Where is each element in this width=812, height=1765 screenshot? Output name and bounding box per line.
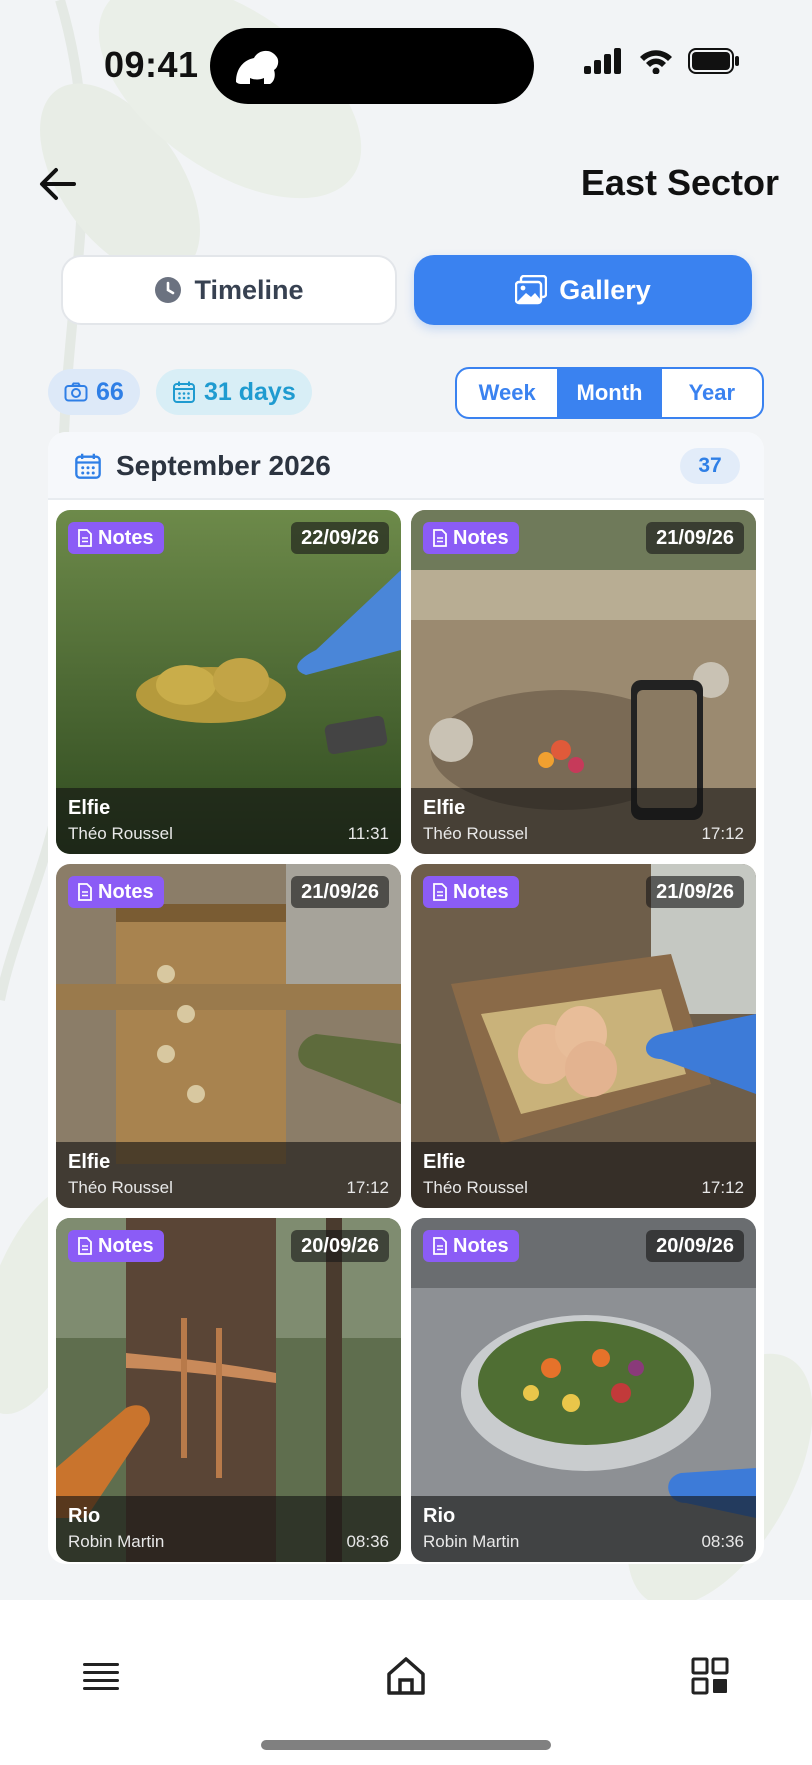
author-name: Robin Martin	[68, 1532, 165, 1551]
month-count-badge: 37	[680, 448, 740, 484]
calendar-icon	[75, 453, 101, 479]
battery-icon	[688, 48, 739, 74]
card-footer: Rio Robin Martin 08:36	[411, 1496, 756, 1562]
document-icon	[433, 529, 447, 547]
date-badge: 21/09/26	[291, 876, 389, 908]
card-footer: Elfie Théo Roussel 11:31	[56, 788, 401, 854]
document-icon	[78, 1237, 92, 1255]
photo-card[interactable]: Notes 20/09/26 Rio Robin Martin 08:36	[411, 1218, 756, 1562]
photo-card[interactable]: Notes 21/09/26 Elfie Théo Roussel 17:12	[411, 864, 756, 1208]
gallery-tab[interactable]: Gallery	[414, 255, 752, 325]
card-footer: Rio Robin Martin 08:36	[56, 1496, 401, 1562]
home-indicator	[261, 1740, 551, 1750]
notes-badge: Notes	[423, 876, 519, 908]
dynamic-island	[210, 28, 534, 104]
document-icon	[433, 1237, 447, 1255]
month-section: September 2026 37 Notes 22/09/26 Elfie T…	[48, 432, 764, 1564]
date-badge: 20/09/26	[291, 1230, 389, 1262]
range-selector: Week Month Year	[455, 367, 764, 419]
range-month[interactable]: Month	[557, 369, 660, 417]
gallery-label: Gallery	[559, 274, 651, 305]
document-icon	[433, 883, 447, 901]
date-badge: 21/09/26	[646, 876, 744, 908]
gorilla-logo-icon	[236, 50, 279, 84]
document-icon	[78, 883, 92, 901]
month-title: September 2026	[116, 450, 331, 481]
notes-badge: Notes	[68, 1230, 164, 1262]
author-name: Théo Roussel	[423, 824, 528, 843]
arrow-left-icon	[40, 168, 76, 200]
notes-label: Notes	[453, 880, 509, 903]
photo-card[interactable]: Notes 21/09/26 Elfie Théo Roussel 17:12	[411, 510, 756, 854]
notes-badge: Notes	[68, 522, 164, 554]
photo-time: 11:31	[347, 824, 389, 843]
card-footer: Elfie Théo Roussel 17:12	[56, 1142, 401, 1208]
animal-name: Elfie	[68, 797, 111, 819]
range-week[interactable]: Week	[457, 369, 557, 417]
calendar-icon	[173, 381, 195, 403]
notes-label: Notes	[98, 880, 154, 903]
photo-time: 17:12	[701, 1178, 744, 1197]
status-time: 09:41	[104, 44, 199, 85]
document-icon	[78, 529, 92, 547]
stats-row: 66 31 days Week Month Year	[48, 367, 764, 419]
animal-name: Elfie	[68, 1151, 111, 1173]
images-icon	[515, 275, 548, 305]
menu-icon	[83, 1663, 119, 1690]
photo-time: 08:36	[701, 1532, 744, 1551]
view-toggle: Timeline Gallery	[61, 255, 752, 325]
days-chip: 31 days	[156, 369, 312, 415]
notes-label: Notes	[453, 526, 509, 549]
back-button[interactable]	[34, 160, 82, 208]
author-name: Robin Martin	[423, 1532, 520, 1551]
card-footer: Elfie Théo Roussel 17:12	[411, 788, 756, 854]
photo-card[interactable]: Notes 22/09/26 Elfie Théo Roussel 11:31	[56, 510, 401, 854]
card-footer: Elfie Théo Roussel 17:12	[411, 1142, 756, 1208]
photo-time: 08:36	[346, 1532, 389, 1551]
days-count: 31 days	[204, 377, 296, 406]
notes-label: Notes	[98, 1234, 154, 1257]
header: East Sector	[0, 150, 812, 220]
clock-icon	[155, 277, 182, 303]
menu-button[interactable]	[73, 1648, 129, 1704]
animal-name: Rio	[68, 1505, 101, 1527]
home-button[interactable]	[378, 1648, 434, 1704]
animal-name: Rio	[423, 1505, 456, 1527]
animal-name: Elfie	[423, 797, 466, 819]
photo-count-chip: 66	[48, 369, 140, 415]
apps-grid-button[interactable]	[682, 1648, 738, 1704]
month-header[interactable]: September 2026 37	[48, 432, 764, 500]
author-name: Théo Roussel	[423, 1178, 528, 1197]
photo-time: 17:12	[346, 1178, 389, 1197]
notes-label: Notes	[98, 526, 154, 549]
photo-time: 17:12	[701, 824, 744, 843]
page-title: East Sector	[580, 162, 779, 203]
date-badge: 20/09/26	[646, 1230, 744, 1262]
animal-name: Elfie	[423, 1151, 466, 1173]
bottom-nav	[0, 1600, 812, 1765]
signal-icon	[584, 48, 621, 74]
author-name: Théo Roussel	[68, 824, 173, 843]
notes-badge: Notes	[423, 1230, 519, 1262]
camera-icon	[64, 382, 88, 402]
author-name: Théo Roussel	[68, 1178, 173, 1197]
notes-label: Notes	[453, 1234, 509, 1257]
home-icon	[387, 1657, 425, 1695]
photo-card[interactable]: Notes 21/09/26 Elfie Théo Roussel 17:12	[56, 864, 401, 1208]
notes-badge: Notes	[68, 876, 164, 908]
status-bar: 09:41	[0, 0, 812, 130]
photo-card[interactable]: Notes 20/09/26 Rio Robin Martin 08:36	[56, 1218, 401, 1562]
date-badge: 21/09/26	[646, 522, 744, 554]
status-icons	[584, 48, 740, 74]
notes-badge: Notes	[423, 522, 519, 554]
photo-count: 66	[96, 377, 124, 406]
wifi-icon	[640, 50, 672, 74]
timeline-tab[interactable]: Timeline	[61, 255, 397, 325]
range-year[interactable]: Year	[659, 369, 762, 417]
grid-icon	[691, 1657, 729, 1695]
timeline-label: Timeline	[194, 274, 304, 305]
date-badge: 22/09/26	[291, 522, 389, 554]
